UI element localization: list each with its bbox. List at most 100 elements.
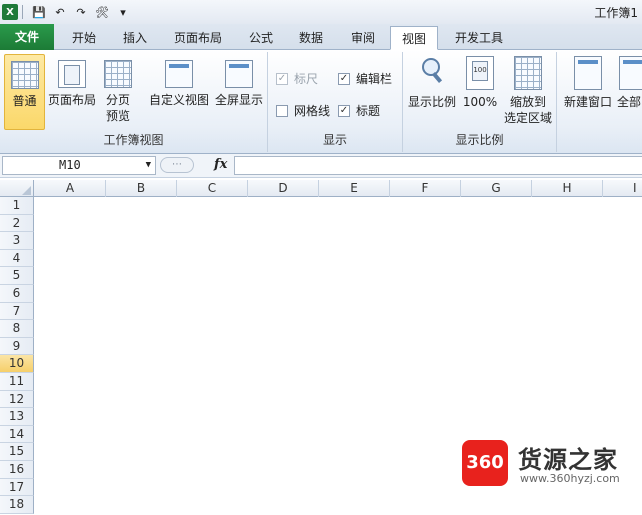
table-row: 12 <box>0 390 642 409</box>
save-icon[interactable]: 💾 <box>30 3 48 21</box>
zoom-label: 显示比例 <box>407 95 456 109</box>
name-box-dropdown-icon[interactable]: ▼ <box>146 157 151 174</box>
tab-insert[interactable]: 插入 <box>112 26 158 50</box>
tab-developer[interactable]: 开发工具 <box>442 26 516 50</box>
zoom-to-selection-button[interactable]: 缩放到 选定区域 <box>501 56 555 126</box>
formula-bar-checkbox[interactable]: ✓ 编辑栏 <box>338 70 392 87</box>
row-header[interactable]: 5 <box>0 267 34 285</box>
row-header[interactable]: 3 <box>0 232 34 250</box>
row-cells[interactable] <box>35 232 642 250</box>
gridlines-check-box[interactable] <box>276 104 288 117</box>
row-cells[interactable] <box>35 250 642 268</box>
headings-label: 标题 <box>356 104 381 118</box>
row-header[interactable]: 9 <box>0 337 34 356</box>
column-header[interactable]: I <box>603 180 642 197</box>
tab-page-layout[interactable]: 页面布局 <box>160 26 236 50</box>
ribbon-tabs: 文件 开始 插入 页面布局 公式 数据 审阅 视图 开发工具 <box>0 24 642 50</box>
ruler-check-box[interactable]: ✓ <box>276 72 288 85</box>
row-cells[interactable] <box>35 320 642 338</box>
zoom-100-button[interactable]: 100% <box>461 56 499 110</box>
tab-data[interactable]: 数据 <box>288 26 334 50</box>
row-cells[interactable] <box>35 215 642 233</box>
zoom-button[interactable]: 显示比例 <box>407 56 457 110</box>
new-window-button[interactable]: 新建窗口 <box>561 56 615 110</box>
row-header[interactable]: 6 <box>0 285 34 303</box>
undo-icon[interactable]: ↶ <box>51 3 69 21</box>
tab-review[interactable]: 审阅 <box>338 26 388 50</box>
row-cells[interactable] <box>35 391 642 409</box>
row-header[interactable]: 12 <box>0 390 34 409</box>
tab-home[interactable]: 开始 <box>58 26 110 50</box>
select-all-corner[interactable] <box>0 180 34 197</box>
row-header[interactable]: 2 <box>0 214 34 233</box>
table-row: 3 <box>0 232 642 250</box>
name-box[interactable]: M10 ▼ <box>2 156 156 175</box>
group-label-zoom: 显示比例 <box>455 133 504 147</box>
row-header[interactable]: 13 <box>0 408 34 426</box>
row-cells[interactable] <box>35 355 642 373</box>
formula-input[interactable] <box>234 156 642 175</box>
formula-buttons: ⋯ fx <box>160 157 232 175</box>
watermark-logo: 360 <box>462 440 508 486</box>
row-header[interactable]: 15 <box>0 443 34 461</box>
gridlines-checkbox[interactable]: 网格线 <box>276 102 330 119</box>
new-window-icon <box>574 56 602 90</box>
row-header[interactable]: 14 <box>0 425 34 444</box>
row-header[interactable]: 1 <box>0 197 34 215</box>
row-header[interactable]: 16 <box>0 461 34 479</box>
tools-icon[interactable]: 🛠 <box>93 3 111 21</box>
row-cells[interactable] <box>35 285 642 303</box>
column-header[interactable]: B <box>106 180 177 197</box>
row-header[interactable]: 4 <box>0 249 34 268</box>
row-header[interactable]: 11 <box>0 373 34 391</box>
column-header[interactable]: G <box>461 180 532 197</box>
column-header[interactable]: A <box>35 180 106 197</box>
row-cells[interactable] <box>35 303 642 321</box>
column-header[interactable]: H <box>532 180 603 197</box>
row-cells[interactable] <box>35 267 642 285</box>
customize-qat-icon[interactable]: ▾ <box>114 3 132 21</box>
row-header[interactable]: 7 <box>0 302 34 321</box>
row-cells[interactable] <box>35 338 642 356</box>
table-row: 10 <box>0 355 642 373</box>
headings-check-box[interactable]: ✓ <box>338 104 350 117</box>
row-cells[interactable] <box>35 408 642 426</box>
column-header[interactable]: E <box>319 180 390 197</box>
watermark: 360 货源之家 www.360hyzj.com <box>462 440 642 490</box>
expand-handle-icon[interactable]: ⋯ <box>160 157 194 173</box>
tab-file[interactable]: 文件 <box>0 24 54 50</box>
formula-bar-check-box[interactable]: ✓ <box>338 72 350 85</box>
custom-views-button[interactable]: 自定义视图 <box>146 60 212 108</box>
arrange-all-button[interactable]: 全部 <box>617 56 642 110</box>
redo-icon[interactable]: ↷ <box>72 3 90 21</box>
full-screen-button[interactable]: 全屏显示 <box>212 60 266 108</box>
row-cells[interactable] <box>35 496 642 514</box>
page-break-icon <box>104 60 132 88</box>
row-cells[interactable] <box>35 373 642 391</box>
table-row: 5 <box>0 267 642 285</box>
row-header[interactable]: 18 <box>0 496 34 514</box>
column-header[interactable]: D <box>248 180 319 197</box>
row-header[interactable]: 8 <box>0 320 34 338</box>
row-header[interactable]: 10 <box>0 355 34 373</box>
insert-function-icon[interactable]: fx <box>214 157 227 172</box>
watermark-url: www.360hyzj.com <box>520 472 620 485</box>
page-break-preview-button[interactable]: 分页 预览 <box>100 60 136 124</box>
column-header[interactable]: F <box>390 180 461 197</box>
page-layout-view-button[interactable]: 页面布局 <box>46 60 98 108</box>
column-header[interactable]: C <box>177 180 248 197</box>
window-title: 工作簿1 <box>594 6 638 20</box>
formula-bar: M10 ▼ ⋯ fx <box>0 154 642 178</box>
ruler-checkbox[interactable]: ✓ 标尺 <box>276 70 318 87</box>
tab-formulas[interactable]: 公式 <box>238 26 284 50</box>
zoom-100-icon <box>466 56 494 90</box>
row-header[interactable]: 17 <box>0 478 34 497</box>
table-row: 8 <box>0 320 642 338</box>
headings-checkbox[interactable]: ✓ 标题 <box>338 102 380 119</box>
row-cells[interactable] <box>35 197 642 215</box>
gridlines-label: 网格线 <box>294 104 331 118</box>
normal-view-button[interactable]: 普通 <box>4 54 45 130</box>
tab-view[interactable]: 视图 <box>390 26 438 50</box>
excel-logo-icon[interactable]: X <box>2 4 18 20</box>
group-show: ✓ 标尺 ✓ 编辑栏 网格线 ✓ 标题 显示 <box>268 52 403 152</box>
